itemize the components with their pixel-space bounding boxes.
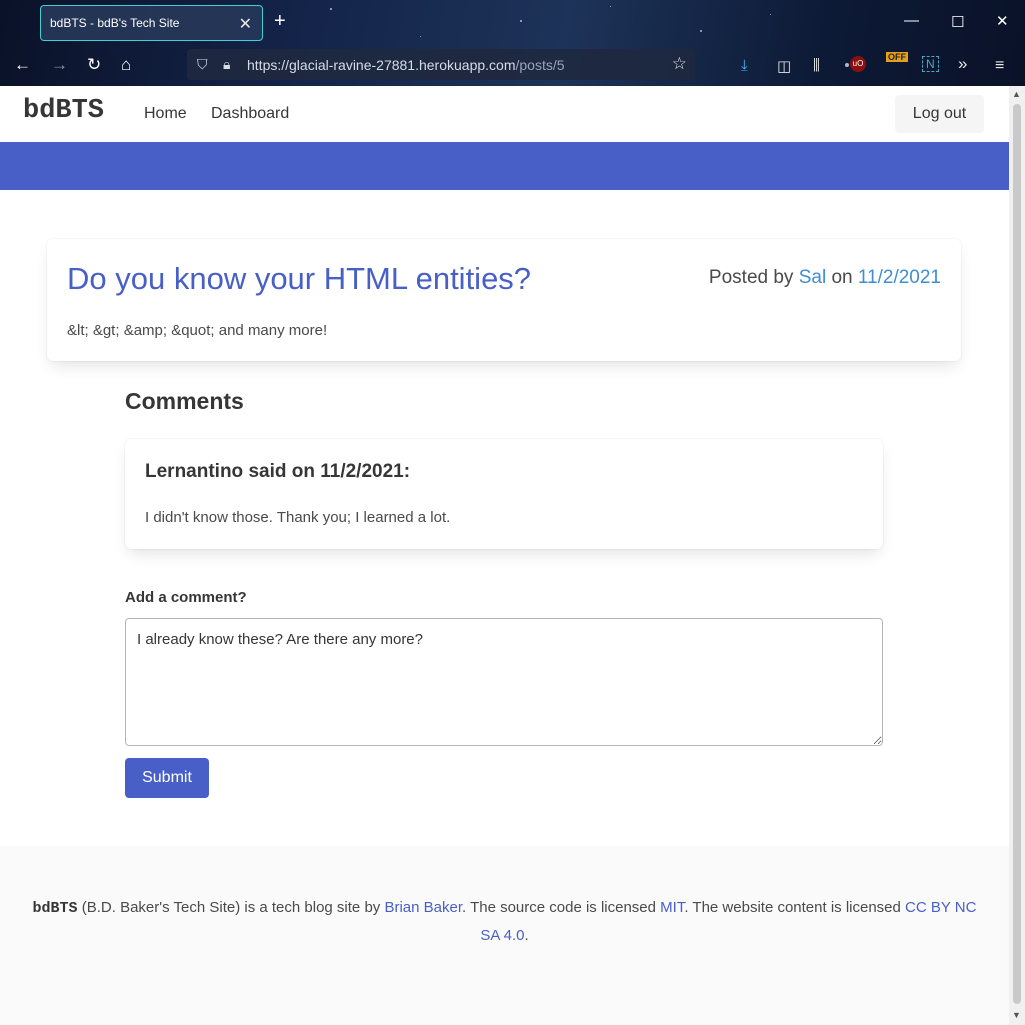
footer-text-1: (B.D. Baker's Tech Site) is a tech blog …: [77, 899, 385, 916]
forward-icon[interactable]: →: [51, 55, 68, 75]
comment-header: Lernantino said on 11/2/2021:: [145, 461, 411, 482]
url-host: https://glacial-ravine-27881.herokuapp.c…: [247, 56, 516, 73]
library-icon[interactable]: ⫼: [813, 57, 820, 74]
ublock-icon[interactable]: uO: [850, 56, 866, 72]
scroll-up-icon[interactable]: ▲: [1012, 89, 1021, 99]
footer-author-link[interactable]: Brian Baker: [384, 899, 462, 916]
footer-text-2: . The source code is licensed: [462, 899, 661, 916]
comment-body: I didn't know those. Thank you; I learne…: [145, 509, 451, 526]
posted-on-label: on: [831, 267, 853, 288]
reload-icon[interactable]: ↻: [87, 55, 101, 75]
post-date-link[interactable]: 11/2/2021: [858, 267, 941, 288]
new-tab-icon[interactable]: +: [274, 10, 286, 33]
footer-brand: bdBTS: [32, 900, 78, 917]
footer-text-3: . The website content is licensed: [684, 899, 906, 916]
nav-dashboard-link[interactable]: Dashboard: [211, 105, 289, 123]
lock-icon[interactable]: 🔒︎: [223, 56, 230, 73]
extension-off-icon[interactable]: OFF: [886, 52, 908, 62]
top-navbar: bdBTS Home Dashboard Log out: [0, 86, 1009, 142]
window-close-icon[interactable]: ✕: [996, 12, 1009, 30]
posted-by-label: Posted by: [708, 267, 794, 288]
scrollbar-thumb[interactable]: [1013, 104, 1021, 1004]
extension-n-icon[interactable]: N: [922, 56, 939, 72]
tab-close-icon[interactable]: ✕: [239, 14, 252, 34]
page-viewport: bdBTS Home Dashboard Log out Do you know…: [0, 86, 1009, 1025]
post-author-link[interactable]: Sal: [799, 267, 826, 288]
tab-title: bdBTS - bdB's Tech Site: [50, 16, 180, 30]
overflow-icon[interactable]: »: [958, 54, 967, 74]
page-scrollbar[interactable]: ▲ ▼: [1009, 86, 1025, 1025]
site-brand[interactable]: bdBTS: [23, 96, 104, 126]
nav-home-link[interactable]: Home: [144, 105, 187, 123]
sidebar-icon[interactable]: ◫: [777, 57, 791, 75]
back-icon[interactable]: ←: [14, 55, 31, 75]
home-icon[interactable]: ⌂: [121, 55, 131, 75]
comment-textarea[interactable]: [125, 618, 883, 746]
menu-icon[interactable]: ≡: [995, 57, 1004, 75]
url-path: /posts/5: [515, 56, 565, 73]
page-footer: bdBTS (B.D. Baker's Tech Site) is a tech…: [0, 846, 1009, 1025]
bookmark-star-icon[interactable]: ☆: [672, 54, 687, 74]
submit-button[interactable]: Submit: [125, 758, 209, 798]
hero-banner: [0, 142, 1009, 190]
maximize-icon[interactable]: ☐: [951, 13, 964, 31]
footer-mit-link[interactable]: MIT: [660, 899, 684, 916]
comment-card: Lernantino said on 11/2/2021: I didn't k…: [125, 439, 883, 549]
post-title: Do you know your HTML entities?: [67, 261, 532, 296]
scroll-down-icon[interactable]: ▼: [1012, 1010, 1021, 1020]
browser-chrome: bdBTS - bdB's Tech Site ✕ + — ☐ ✕ ← → ↻ …: [0, 0, 1025, 86]
url-bar[interactable]: ⛉ 🔒︎ https://glacial-ravine-27881.heroku…: [187, 49, 695, 80]
shield-icon[interactable]: ⛉: [197, 56, 208, 73]
post-card: Do you know your HTML entities? Posted b…: [47, 239, 961, 361]
download-icon[interactable]: ⤓: [741, 57, 748, 74]
browser-tab-active[interactable]: bdBTS - bdB's Tech Site ✕: [40, 5, 263, 41]
add-comment-label: Add a comment?: [125, 589, 247, 606]
footer-text-4: .: [524, 927, 529, 944]
footer-text: bdBTS (B.D. Baker's Tech Site) is a tech…: [24, 894, 985, 949]
post-body: &lt; &gt; &amp; &quot; and many more!: [67, 322, 328, 339]
post-meta: Posted by Sal on 11/2/2021: [709, 267, 941, 289]
minimize-icon[interactable]: —: [904, 12, 919, 29]
comments-heading: Comments: [125, 388, 244, 414]
logout-button[interactable]: Log out: [895, 95, 984, 133]
